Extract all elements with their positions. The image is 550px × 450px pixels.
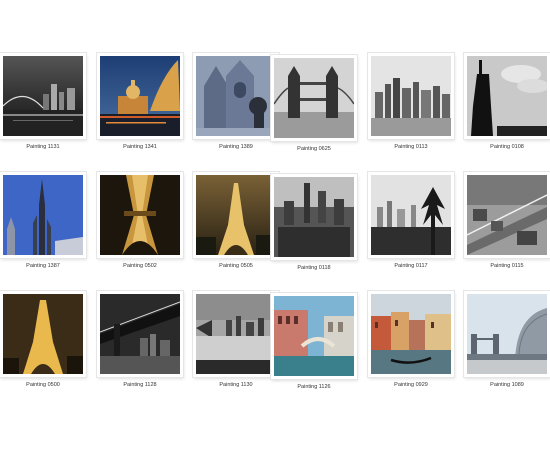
caption-painting-1089: Painting 1089 [490,382,524,388]
caption-painting-1130: Painting 1130 [219,382,253,388]
thumbnail-painting-0929[interactable] [368,291,454,377]
thumbnail-image [100,294,180,374]
caption-painting-0505: Painting 0505 [219,263,253,269]
caption-painting-0502: Painting 0502 [123,263,157,269]
caption-painting-0118: Painting 0118 [297,265,331,271]
thumbnail-painting-0117[interactable] [368,172,454,258]
thumbnail-painting-1389[interactable] [193,53,279,139]
caption-painting-1341: Painting 1341 [123,144,157,150]
caption-painting-1131: Painting 1131 [26,144,60,150]
thumbnail-image [467,56,547,136]
thumbnail-image [274,177,354,257]
caption-painting-0108: Painting 0108 [490,144,524,150]
thumbnail-painting-1126[interactable] [271,293,357,379]
caption-painting-1128: Painting 1128 [123,382,157,388]
thumbnail-painting-1128[interactable] [97,291,183,377]
thumbnail-image [371,175,451,255]
thumbnail-painting-0108[interactable] [464,53,550,139]
caption-painting-1126: Painting 1126 [297,384,331,390]
thumbnail-painting-0505[interactable] [193,172,279,258]
thumbnail-image [274,58,354,138]
thumbnail-painting-0502[interactable] [97,172,183,258]
thumbnail-painting-1089[interactable] [464,291,550,377]
thumbnail-image [3,175,83,255]
thumbnail-image [3,294,83,374]
thumbnail-painting-0118[interactable] [271,174,357,260]
thumbnail-painting-1131[interactable] [0,53,86,139]
caption-painting-1387: Painting 1387 [26,263,60,269]
thumbnail-painting-0113[interactable] [368,53,454,139]
thumbnail-painting-0625[interactable] [271,55,357,141]
caption-painting-0115: Painting 0115 [490,263,524,269]
thumbnail-image [467,175,547,255]
caption-painting-0625: Painting 0625 [297,146,331,152]
caption-painting-0500: Painting 0500 [26,382,60,388]
thumbnail-image [196,56,276,136]
caption-painting-0929: Painting 0929 [394,382,428,388]
thumbnail-painting-1130[interactable] [193,291,279,377]
thumbnail-painting-1387[interactable] [0,172,86,258]
thumbnail-painting-1341[interactable] [97,53,183,139]
thumbnail-image [467,294,547,374]
caption-painting-0117: Painting 0117 [394,263,428,269]
thumbnail-painting-0115[interactable] [464,172,550,258]
thumbnail-painting-0500[interactable] [0,291,86,377]
thumbnail-image [3,56,83,136]
thumbnail-image [100,56,180,136]
thumbnail-image [371,56,451,136]
caption-painting-1389: Painting 1389 [219,144,253,150]
thumbnail-image [274,296,354,376]
thumbnail-image [196,175,276,255]
thumbnail-image [100,175,180,255]
thumbnail-image [371,294,451,374]
thumbnail-image [196,294,276,374]
caption-painting-0113: Painting 0113 [394,144,428,150]
